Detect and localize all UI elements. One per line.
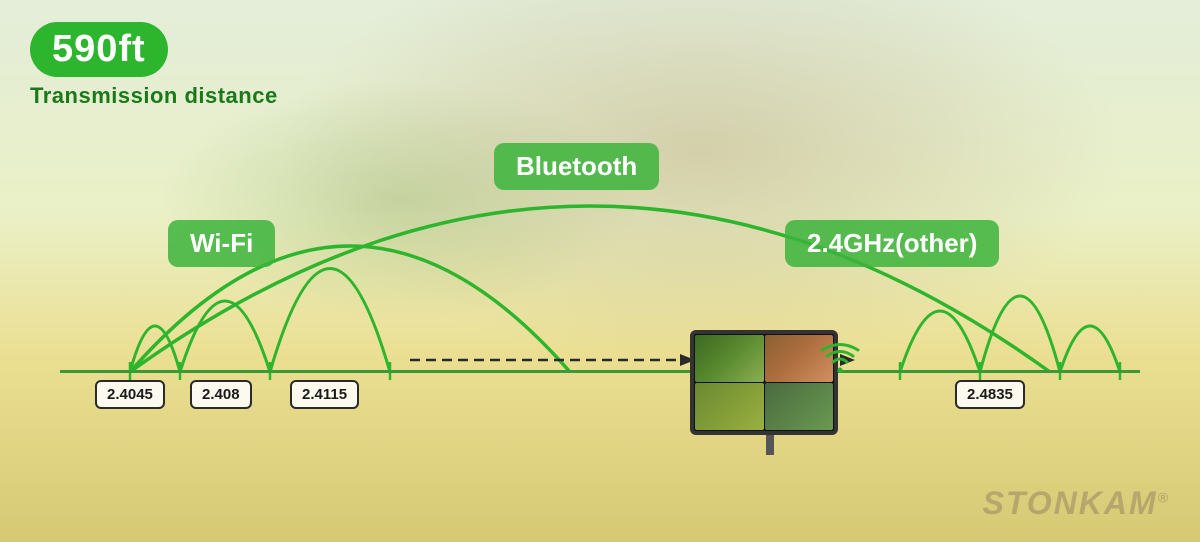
bluetooth-label: Bluetooth	[494, 143, 659, 190]
monitor-stand	[766, 435, 774, 455]
distance-oval: 590ft	[30, 22, 168, 77]
distance-value: 590ft	[52, 28, 146, 70]
wifi-label: Wi-Fi	[168, 220, 275, 267]
frequency-baseline	[60, 370, 1140, 373]
transmission-label: Transmission distance	[30, 83, 278, 109]
distance-badge: 590ft Transmission distance	[30, 22, 278, 109]
monitor-screen	[690, 330, 838, 435]
brand-watermark: STONKAM®	[982, 485, 1170, 522]
wifi-signal-icon	[820, 340, 860, 384]
freq-2408: 2.408	[190, 380, 252, 409]
screen-quad-4	[765, 383, 834, 430]
screen-quad-3	[695, 383, 764, 430]
freq-2411: 2.4115	[290, 380, 359, 409]
freq-2483: 2.4835	[955, 380, 1025, 409]
ghz-other-label: 2.4GHz(other)	[785, 220, 999, 267]
freq-2045: 2.4045	[95, 380, 165, 409]
screen-quad-1	[695, 335, 764, 382]
